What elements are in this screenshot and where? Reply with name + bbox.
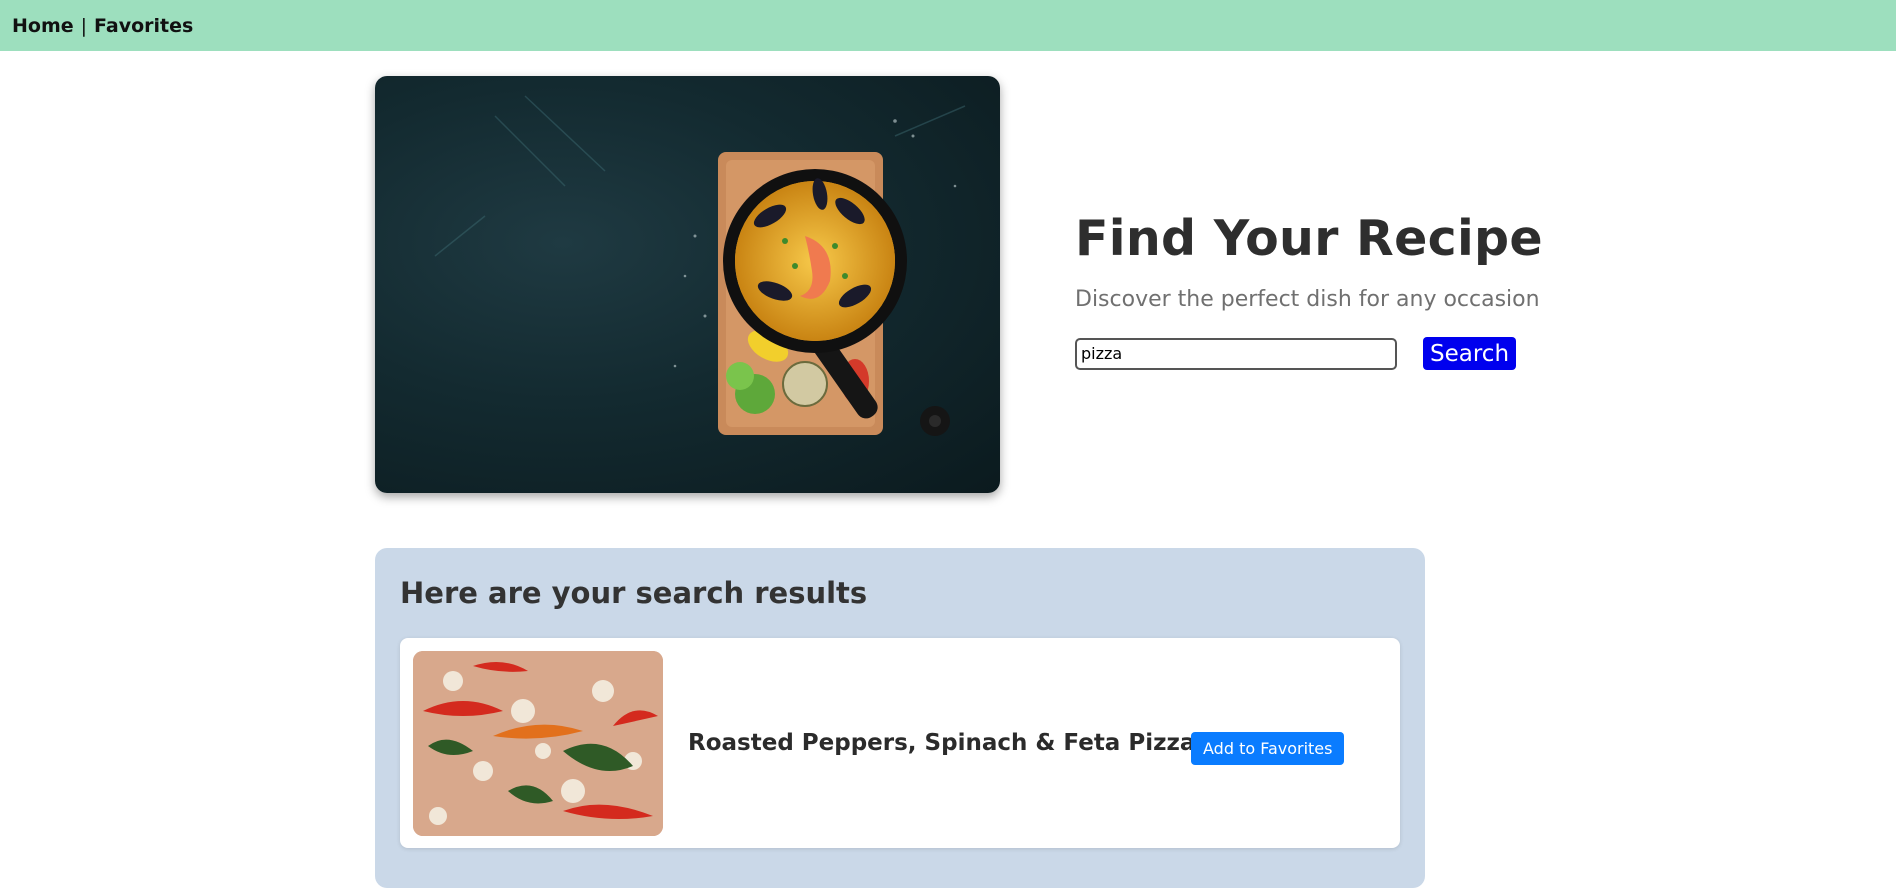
search-button[interactable]: Search <box>1423 337 1517 370</box>
results-heading: Here are your search results <box>400 576 868 610</box>
result-thumbnail[interactable] <box>413 651 663 836</box>
result-card: Roasted Peppers, Spinach & Feta Pizza Ad… <box>400 638 1400 848</box>
page-title: Find Your Recipe <box>1075 210 1543 267</box>
nav-home-link[interactable]: Home <box>12 15 74 37</box>
result-title[interactable]: Roasted Peppers, Spinach & Feta Pizza <box>688 638 1195 848</box>
search-results-panel: Here are your search results Roasted Pep… <box>375 548 1425 888</box>
nav-favorites-link[interactable]: Favorites <box>94 15 193 37</box>
top-nav: Home | Favorites <box>0 0 1896 51</box>
paella-illustration <box>434 95 966 436</box>
add-to-favorites-button[interactable]: Add to Favorites <box>1191 732 1345 765</box>
pizza-illustration <box>413 651 663 836</box>
page-subtitle: Discover the perfect dish for any occasi… <box>1075 287 1540 312</box>
search-bar: Search <box>1075 337 1635 370</box>
hero-image <box>375 76 1000 493</box>
nav-separator: | <box>80 14 88 37</box>
search-input[interactable] <box>1075 337 1397 370</box>
hero-text-block: Find Your Recipe Discover the perfect di… <box>1075 205 1635 370</box>
